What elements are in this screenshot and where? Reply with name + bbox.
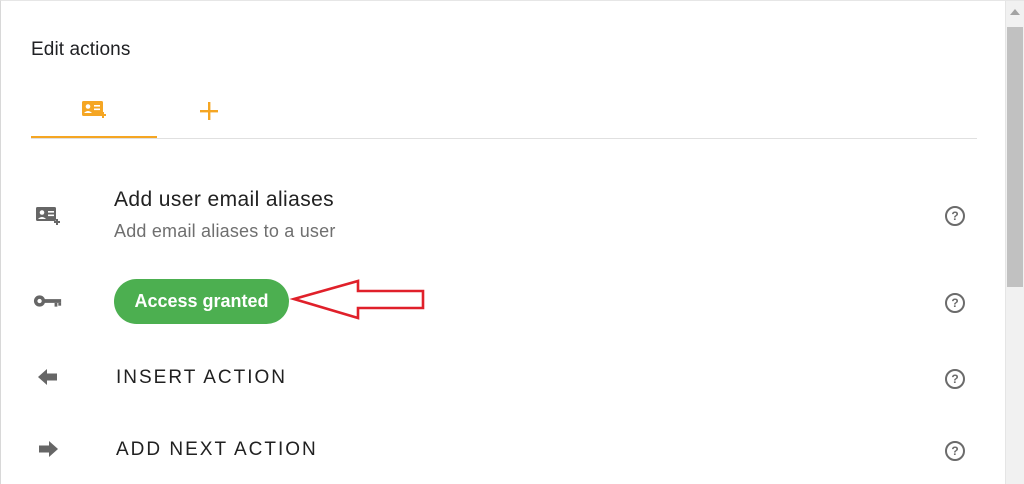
contact-card-add-icon <box>33 204 63 228</box>
contact-card-add-icon <box>82 101 106 118</box>
add-next-action-button[interactable]: ADD NEXT ACTION <box>116 439 318 461</box>
help-icon[interactable]: ? <box>945 369 965 389</box>
annotation-arrow <box>289 279 425 320</box>
action-subtitle: Add email aliases to a user <box>114 221 336 241</box>
scroll-up-icon[interactable] <box>1010 9 1020 15</box>
tab-user-actions[interactable] <box>31 83 157 139</box>
insert-action-button[interactable]: INSERT ACTION <box>116 367 287 389</box>
action-title[interactable]: Add user email aliases <box>114 188 334 212</box>
arrow-right-icon <box>33 437 63 461</box>
tab-add[interactable] <box>146 83 272 139</box>
arrow-left-icon <box>33 365 63 389</box>
tab-bar <box>31 83 977 139</box>
help-icon[interactable]: ? <box>945 206 965 226</box>
scrollbar-thumb[interactable] <box>1007 27 1023 287</box>
key-icon <box>33 289 63 313</box>
access-granted-badge: Access granted <box>114 279 289 324</box>
help-icon[interactable]: ? <box>945 441 965 461</box>
panel-title: Edit actions <box>31 39 131 60</box>
plus-icon <box>200 102 218 120</box>
edit-actions-panel: Edit actions Add user email aliases Add … <box>0 0 1024 484</box>
help-icon[interactable]: ? <box>945 293 965 313</box>
active-tab-indicator <box>31 136 157 138</box>
